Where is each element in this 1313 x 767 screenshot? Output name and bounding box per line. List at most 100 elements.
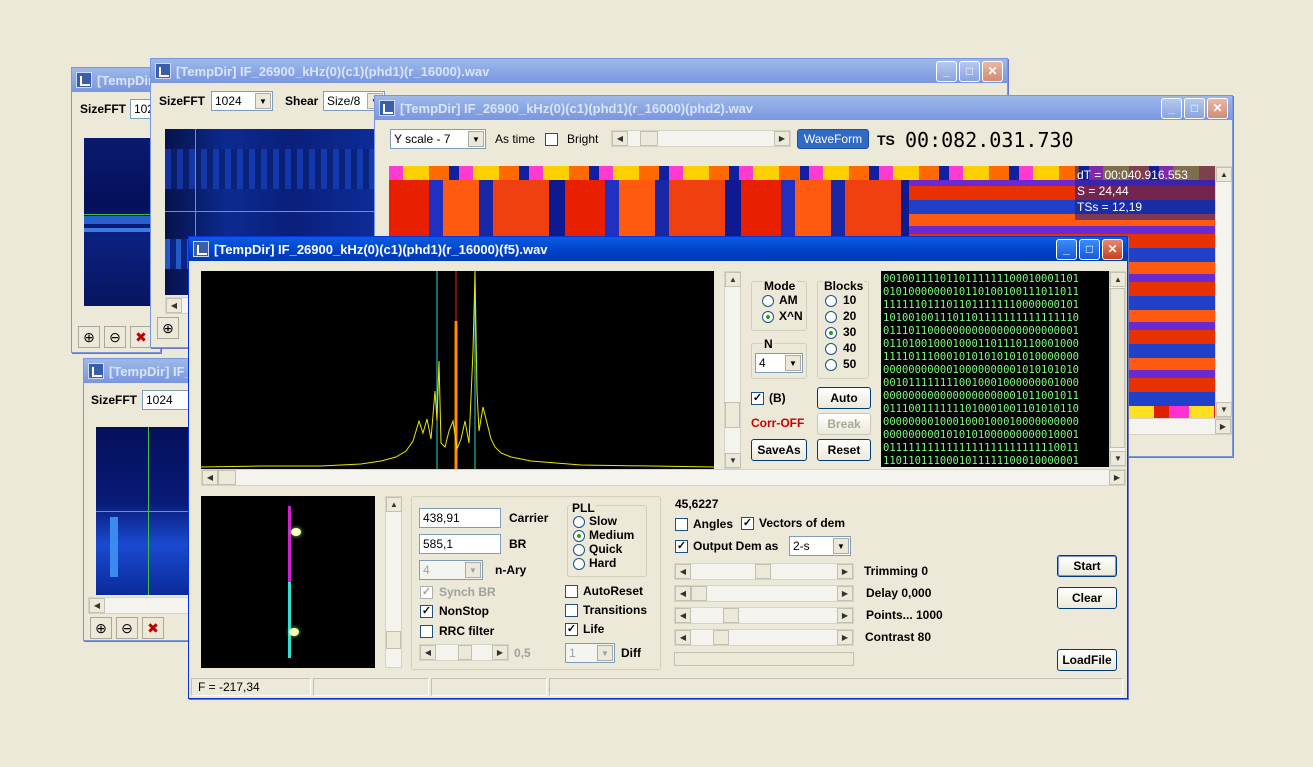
- scroll-right-icon[interactable]: ▶: [1109, 470, 1125, 485]
- scroll-left-icon[interactable]: ◀: [675, 630, 691, 645]
- sizefft-field[interactable]: 1024: [142, 390, 194, 410]
- spectrum-horizontal-scrollbar[interactable]: ◀ ▶: [201, 469, 1126, 486]
- scroll-right-icon[interactable]: ▶: [774, 131, 790, 146]
- zoom-in-icon[interactable]: ⊕: [78, 326, 100, 348]
- nary-select[interactable]: 4 ▼: [419, 560, 483, 580]
- blocks-30-radio[interactable]: [825, 327, 837, 339]
- window-spectrogram-1[interactable]: [TempDir] IF_ SizeFFT 1024 ⊕ ⊖ ✖: [71, 67, 170, 353]
- life-checkbox[interactable]: ✓: [565, 623, 578, 636]
- reset-button[interactable]: Reset: [817, 439, 871, 461]
- clear-button[interactable]: Clear: [1057, 587, 1117, 609]
- scroll-left-icon[interactable]: ◀: [675, 586, 691, 601]
- angles-checkbox[interactable]: [675, 518, 688, 531]
- close-icon[interactable]: ✕: [1207, 97, 1228, 119]
- scroll-left-icon[interactable]: ◀: [612, 131, 628, 146]
- scroll-up-icon[interactable]: ▲: [1110, 272, 1126, 287]
- window-spectrogram-3[interactable]: [TempDir] IF_ SizeFFT 1024 ◀ ⊕ ⊖ ✖: [83, 358, 194, 641]
- slider-thumb[interactable]: [723, 608, 739, 623]
- scroll-down-icon[interactable]: ▼: [725, 453, 741, 468]
- maximize-icon[interactable]: □: [959, 60, 980, 82]
- synch-br-checkbox[interactable]: ✓: [420, 586, 433, 599]
- window-titlebar[interactable]: [TempDir] IF_26900_kHz(0)(c1)(phd1)(r_16…: [151, 59, 1007, 83]
- slider-thumb[interactable]: [755, 564, 771, 579]
- window-titlebar[interactable]: [TempDir] IF_: [84, 359, 192, 383]
- saveas-button[interactable]: SaveAs: [751, 439, 807, 461]
- scroll-thumb[interactable]: [218, 470, 236, 485]
- scroll-right-icon[interactable]: ▶: [837, 564, 853, 579]
- mode-xn-radio[interactable]: [762, 311, 774, 323]
- break-button[interactable]: Break: [817, 413, 871, 435]
- scroll-thumb[interactable]: [725, 402, 740, 428]
- vertical-scrollbar[interactable]: ▲ ▼: [1215, 166, 1232, 418]
- scroll-left-icon[interactable]: ◀: [675, 608, 691, 623]
- bit-stream-display[interactable]: 0010011110110111111100010001101 010100000…: [881, 271, 1111, 467]
- output-dem-checkbox[interactable]: ✓: [675, 540, 688, 553]
- minimize-icon[interactable]: _: [1161, 97, 1182, 119]
- scroll-down-icon[interactable]: ▼: [1110, 451, 1126, 466]
- window-demodulator[interactable]: [TempDir] IF_26900_kHz(0)(c1)(phd1)(r_16…: [188, 236, 1128, 699]
- scroll-left-icon[interactable]: ◀: [675, 564, 691, 579]
- trimming-slider[interactable]: ◀ ▶: [674, 563, 854, 580]
- points-slider[interactable]: ◀ ▶: [674, 607, 854, 624]
- b-checkbox[interactable]: ✓: [751, 392, 764, 405]
- n-select[interactable]: 4 ▼: [755, 353, 803, 373]
- scroll-up-icon[interactable]: ▲: [1216, 167, 1232, 182]
- scroll-thumb[interactable]: [1110, 288, 1125, 448]
- yscale-select[interactable]: Y scale - 7 ▼: [390, 129, 486, 149]
- rolloff-slider[interactable]: ◀ ▶: [419, 644, 509, 661]
- window-titlebar[interactable]: [TempDir] IF_26900_kHz(0)(c1)(phd1)(r_16…: [375, 96, 1232, 120]
- zoom-out-icon[interactable]: ⊖: [104, 326, 126, 348]
- scroll-right-icon[interactable]: ▶: [1215, 419, 1231, 434]
- zoom-in-icon[interactable]: ⊕: [90, 617, 112, 639]
- pll-slow-radio[interactable]: [573, 516, 585, 528]
- blocks-20-radio[interactable]: [825, 311, 837, 323]
- blocks-10-radio[interactable]: [825, 295, 837, 307]
- slider-thumb[interactable]: [691, 586, 707, 601]
- scroll-left-icon[interactable]: ◀: [420, 645, 436, 660]
- pll-medium-radio[interactable]: [573, 530, 585, 542]
- contrast-slider[interactable]: ◀ ▶: [674, 629, 854, 646]
- waveform-button[interactable]: WaveForm: [797, 129, 869, 149]
- zoom-out-icon[interactable]: ⊖: [116, 617, 138, 639]
- transitions-checkbox[interactable]: [565, 604, 578, 617]
- scroll-thumb[interactable]: [386, 631, 401, 649]
- horizontal-scrollbar[interactable]: ◀: [88, 597, 194, 614]
- blocks-50-radio[interactable]: [825, 359, 837, 371]
- slider-thumb[interactable]: [713, 630, 729, 645]
- scroll-right-icon[interactable]: ▶: [837, 586, 853, 601]
- loadfile-button[interactable]: LoadFile: [1057, 649, 1117, 671]
- scroll-left-icon[interactable]: ◀: [166, 298, 182, 313]
- diff-select[interactable]: 1 ▼: [565, 643, 615, 663]
- scroll-right-icon[interactable]: ▶: [492, 645, 508, 660]
- zoom-in-icon[interactable]: ⊕: [157, 317, 179, 339]
- window-titlebar[interactable]: [TempDir] IF_26900_kHz(0)(c1)(phd1)(r_16…: [189, 237, 1127, 261]
- as-time-checkbox[interactable]: [545, 133, 558, 146]
- auto-button[interactable]: Auto: [817, 387, 871, 409]
- delay-slider[interactable]: ◀ ▶: [674, 585, 854, 602]
- pll-quick-radio[interactable]: [573, 544, 585, 556]
- maximize-icon[interactable]: □: [1184, 97, 1205, 119]
- delete-icon[interactable]: ✖: [130, 326, 152, 348]
- blocks-40-radio[interactable]: [825, 343, 837, 355]
- pll-hard-radio[interactable]: [573, 558, 585, 570]
- carrier-field[interactable]: 438,91: [419, 508, 501, 528]
- slider-thumb[interactable]: [458, 645, 472, 660]
- minimize-icon[interactable]: _: [1056, 238, 1077, 260]
- slider-thumb[interactable]: [640, 131, 658, 146]
- scroll-left-icon[interactable]: ◀: [89, 598, 105, 613]
- start-button[interactable]: Start: [1057, 555, 1117, 577]
- bits-vertical-scrollbar[interactable]: ▲ ▼: [1109, 271, 1126, 467]
- vectors-checkbox[interactable]: ✓: [741, 517, 754, 530]
- constellation-vertical-scrollbar[interactable]: ▲: [385, 496, 402, 668]
- window-titlebar[interactable]: [TempDir] IF_: [72, 68, 160, 92]
- mode-am-radio[interactable]: [762, 295, 774, 307]
- scroll-right-icon[interactable]: ▶: [837, 608, 853, 623]
- minimize-icon[interactable]: _: [936, 60, 957, 82]
- scroll-right-icon[interactable]: ▶: [837, 630, 853, 645]
- close-icon[interactable]: ✕: [982, 60, 1003, 82]
- br-field[interactable]: 585,1: [419, 534, 501, 554]
- sizefft-select[interactable]: 1024 ▼: [211, 91, 273, 111]
- scroll-down-icon[interactable]: ▼: [1216, 402, 1232, 417]
- scroll-left-icon[interactable]: ◀: [202, 470, 218, 485]
- output-dem-select[interactable]: 2-s ▼: [789, 536, 851, 556]
